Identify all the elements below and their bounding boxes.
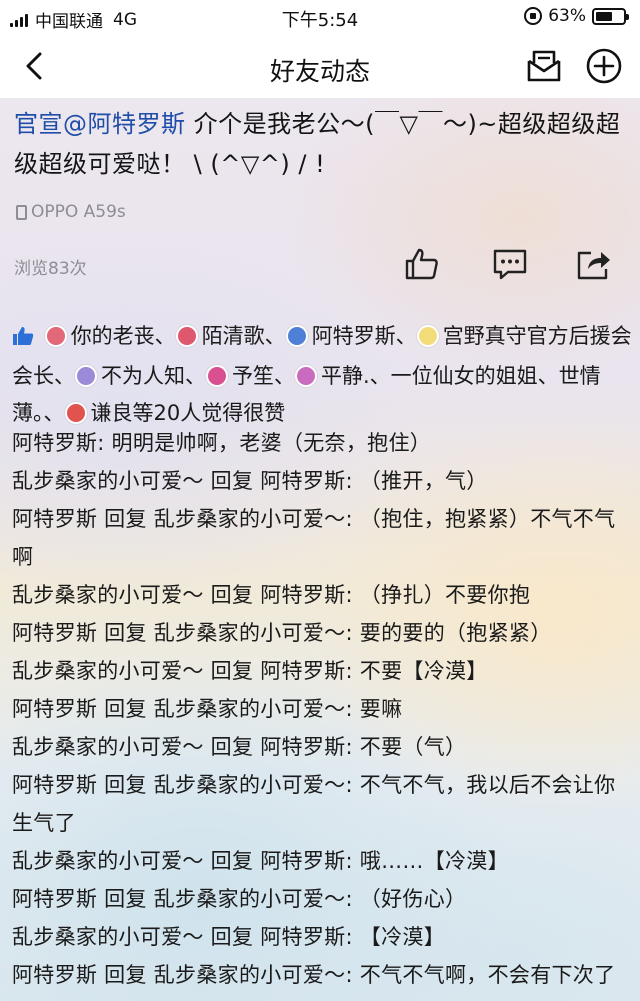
comment-item[interactable]: 阿特罗斯 回复 乱步桑家的小可爱～: 要嘛 <box>12 690 632 728</box>
rotation-lock-icon <box>524 7 543 25</box>
feed-content[interactable]: 官宣@阿特罗斯 介个是我老公～(￣▽￣～)~超级超级超级超级可爱哒！ \ (^▽… <box>0 98 640 1001</box>
liker-name[interactable]: 陌清歌、 <box>202 324 286 348</box>
liker-avatar[interactable] <box>175 325 198 347</box>
comment-icon <box>493 249 527 280</box>
message-button[interactable] <box>524 48 564 84</box>
back-button[interactable] <box>16 48 52 84</box>
liker-name[interactable]: 你的老丧、 <box>71 324 176 348</box>
comment-item[interactable]: 乱步桑家的小可爱～ 回复 阿特罗斯: 【冷漠】 <box>12 918 632 956</box>
view-count: 浏览83次 <box>14 259 87 279</box>
liker-name[interactable]: 阿特罗斯、 <box>312 324 417 348</box>
comment-item[interactable]: 乱步桑家的小可爱～ 回复 阿特罗斯: 不要（气） <box>12 728 632 766</box>
liker-avatar[interactable] <box>206 365 228 387</box>
nav-bar: 好友动态 <box>0 34 640 98</box>
comment-item[interactable]: 阿特罗斯 回复 乱步桑家的小可爱～: 不气不气啊，不会有下次了 <box>12 956 632 994</box>
envelope-icon <box>527 50 561 82</box>
comment-item[interactable]: 阿特罗斯 回复 乱步桑家的小可爱～: 要的要的（抱紧紧） <box>12 614 632 652</box>
liker-name[interactable]: 谦良等20人觉得很赞 <box>91 401 286 425</box>
chevron-left-icon <box>26 52 42 80</box>
device-name: OPPO A59s <box>31 202 126 222</box>
post-mention[interactable]: 官宣@阿特罗斯 <box>14 110 186 138</box>
liker-avatar[interactable] <box>75 365 97 387</box>
share-icon <box>577 251 610 280</box>
like-button[interactable] <box>402 244 442 284</box>
liker-avatar[interactable] <box>285 325 308 347</box>
comment-item[interactable]: 乱步桑家的小可爱～ 回复 阿特罗斯: （挣扎）不要你抱 <box>12 576 632 614</box>
comment-item[interactable]: 乱步桑家的小可爱～ 回复 阿特罗斯: 哦……【冷漠】 <box>12 842 632 880</box>
comment-item[interactable]: 阿特罗斯: 明明是帅啊，老婆（无奈，抱住） <box>12 424 632 462</box>
status-right: 63% <box>524 6 629 26</box>
comments-list: 阿特罗斯: 明明是帅啊，老婆（无奈，抱住） 乱步桑家的小可爱～ 回复 阿特罗斯: … <box>12 424 632 994</box>
battery-icon <box>592 7 629 25</box>
battery-percent: 63% <box>548 6 586 26</box>
liker-avatar[interactable] <box>44 325 67 347</box>
share-button[interactable] <box>574 244 614 284</box>
likes-list: 你的老丧、 陌清歌、 阿特罗斯、 宫野真守官方后援会会长、 不为人知、 予笙、 平静.、一位… <box>12 318 632 432</box>
post-body: 官宣@阿特罗斯 介个是我老公～(￣▽￣～)~超级超级超级超级可爱哒！ \ (^▽… <box>14 104 630 184</box>
add-button[interactable] <box>584 48 624 84</box>
thumbs-up-icon <box>405 248 438 280</box>
comment-item[interactable]: 阿特罗斯 回复 乱步桑家的小可爱～: 不气不气，我以后不会让你生气了 <box>12 766 632 842</box>
liker-avatar[interactable] <box>295 365 317 387</box>
status-bar: 中国联通 4G 下午5:54 63% <box>0 0 640 34</box>
liker-name[interactable]: 予笙、 <box>232 364 295 388</box>
device-info: OPPO A59s <box>16 202 126 222</box>
liker-name[interactable]: 不为人知、 <box>101 364 206 388</box>
comment-item[interactable]: 乱步桑家的小可爱～ 回复 阿特罗斯: 不要【冷漠】 <box>12 652 632 690</box>
comment-item[interactable]: 阿特罗斯 回复 乱步桑家的小可爱～: （好伤心） <box>12 880 632 918</box>
comment-item[interactable]: 阿特罗斯 回复 乱步桑家的小可爱～: （抱住，抱紧紧）不气不气啊 <box>12 500 632 576</box>
liker-avatar[interactable] <box>416 325 439 347</box>
like-indicator-icon <box>12 321 34 358</box>
liker-avatar[interactable] <box>64 402 87 424</box>
plus-circle-icon <box>586 48 622 84</box>
comment-button[interactable] <box>490 244 530 284</box>
battery-level <box>596 11 613 21</box>
comment-item[interactable]: 乱步桑家的小可爱～ 回复 阿特罗斯: （推开，气） <box>12 462 632 500</box>
phone-icon <box>16 204 27 220</box>
